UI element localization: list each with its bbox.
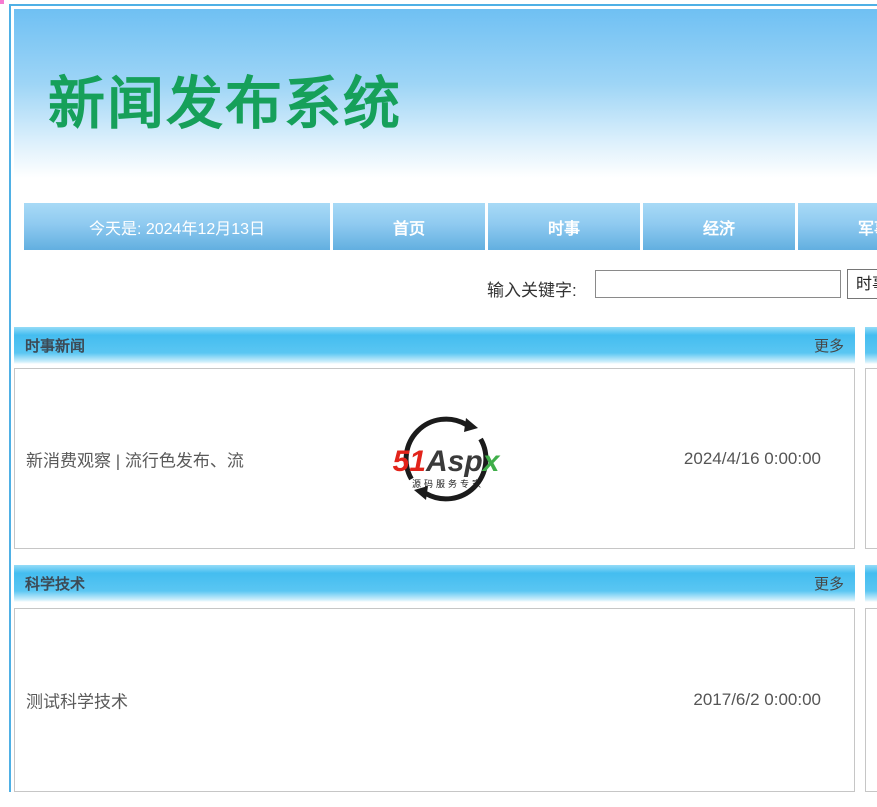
left-column: 时事新闻 更多 新消费观察 | 流行色发布、流 51Aspx 源码服务专家 20… — [14, 327, 855, 792]
page-container: 新闻发布系统 今天是: 2024年12月13日 首页 时事 经济 军事 输入关键… — [9, 4, 877, 792]
nav-item-home[interactable]: 首页 — [333, 203, 485, 250]
page-title: 新闻发布系统 — [48, 72, 402, 136]
nav-item-current-affairs[interactable]: 时事 — [488, 203, 640, 250]
nav-item-economy[interactable]: 经济 — [643, 203, 795, 250]
more-link[interactable]: 更多 — [814, 573, 844, 594]
news-item-title[interactable]: 新消费观察 | 流行色发布、流 — [26, 446, 244, 471]
search-input[interactable] — [595, 270, 841, 298]
section-box-science-tech: 测试科学技术 2017/6/2 0:00:00 — [14, 608, 855, 792]
search-label: 输入关键字: — [487, 281, 577, 300]
news-item-title[interactable]: 测试科学技术 — [26, 688, 128, 713]
section-title: 时事新闻 — [25, 338, 86, 355]
main-navbar: 今天是: 2024年12月13日 首页 时事 经济 军事 — [24, 203, 877, 250]
news-item-image-51aspx-logo[interactable]: 51Aspx 源码服务专家 — [381, 408, 511, 510]
section-header-science-tech: 科学技术 更多 — [14, 565, 855, 602]
right-section-header — [865, 565, 877, 602]
logo-text-x: x — [481, 445, 501, 478]
search-category-select[interactable]: 时事 — [847, 269, 877, 299]
right-section-header — [865, 327, 877, 364]
logo-text-asp: Asp — [425, 445, 483, 478]
nav-item-military[interactable]: 军事 — [798, 203, 877, 250]
header-banner: 新闻发布系统 — [14, 9, 877, 197]
section-title: 科学技术 — [25, 576, 86, 593]
right-column-partial — [865, 327, 877, 792]
current-date-label: 今天是: 2024年12月13日 — [24, 203, 330, 250]
logo-text-51: 51 — [393, 445, 426, 478]
news-item-date: 2017/6/2 0:00:00 — [693, 690, 821, 709]
screen-corner-artifact — [0, 0, 4, 4]
right-section-box — [865, 368, 877, 549]
news-item-date: 2024/4/16 0:00:00 — [683, 448, 821, 468]
main-content: 时事新闻 更多 新消费观察 | 流行色发布、流 51Aspx 源码服务专家 20… — [14, 327, 877, 792]
logo-tagline: 源码服务专家 — [412, 478, 484, 489]
section-box-current-affairs: 新消费观察 | 流行色发布、流 51Aspx 源码服务专家 2024/4/16 … — [14, 368, 855, 549]
section-header-current-affairs: 时事新闻 更多 — [14, 327, 855, 364]
svg-text:51Aspx: 51Aspx — [393, 445, 501, 478]
search-bar: 输入关键字: 时事 — [14, 250, 877, 327]
more-link[interactable]: 更多 — [814, 335, 844, 356]
right-section-box — [865, 608, 877, 792]
